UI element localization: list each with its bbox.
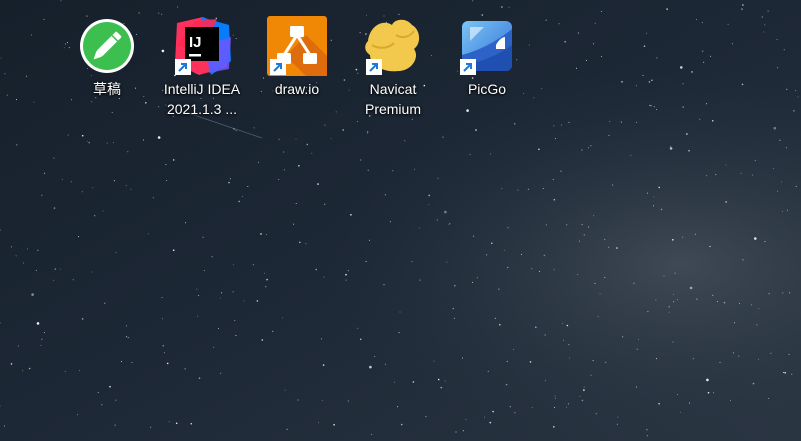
desktop-icon-label: draw.io (274, 81, 320, 97)
pencil-icon (76, 15, 138, 77)
desktop-icon-label: PicGo (467, 81, 507, 97)
svg-text:IJ: IJ (189, 34, 202, 51)
desktop-icon-drawio[interactable]: draw.io (251, 12, 343, 99)
intellij-idea-icon: IJ (171, 15, 233, 77)
desktop-icon-intellij-idea[interactable]: IJ IntelliJ IDEA 2021.1.3 ... (156, 12, 248, 119)
shortcut-arrow-icon (366, 59, 382, 75)
desktop-icon-label: 草稿 (93, 81, 121, 97)
desktop-icon-picgo[interactable]: PicGo (441, 12, 533, 99)
desktop-icon-label: Navicat Premium (364, 81, 421, 117)
desktop-icon-drafts[interactable]: 草稿 (61, 12, 153, 99)
drawio-icon (266, 15, 328, 77)
navicat-icon (362, 15, 424, 77)
shortcut-arrow-icon (175, 59, 191, 75)
shortcut-arrow-icon (270, 59, 286, 75)
desktop-icon-label: IntelliJ IDEA 2021.1.3 ... (163, 81, 241, 117)
picgo-icon (456, 15, 518, 77)
desktop-icon-navicat-premium[interactable]: Navicat Premium (347, 12, 439, 119)
shortcut-arrow-icon (460, 59, 476, 75)
